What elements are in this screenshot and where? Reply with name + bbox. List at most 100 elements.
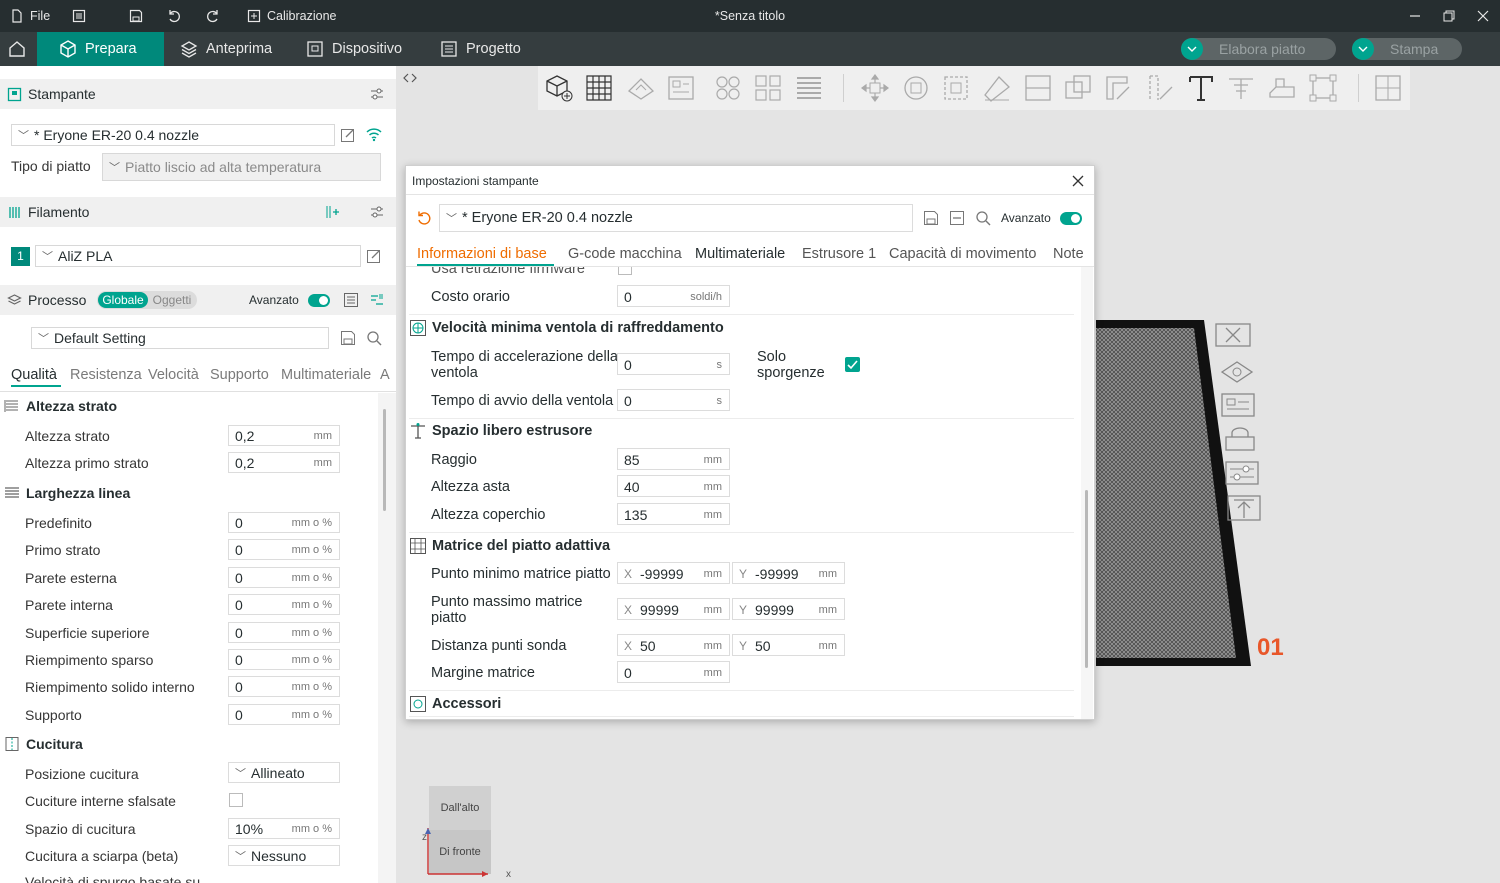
slice-plate-button[interactable]: Elabora piatto [1181,38,1336,60]
line-width-input[interactable]: 0 mm o % [228,594,340,615]
dtab-extruder-1[interactable]: Estrusore 1 [802,246,876,262]
split-parts-button[interactable] [750,71,786,105]
dialog-scrollbar[interactable] [1081,267,1093,719]
dialog-advanced-toggle[interactable] [1060,212,1082,225]
probe-y-input[interactable]: Y 50 mm [732,634,845,656]
restore-button[interactable] [1432,0,1466,32]
first-layer-height-input[interactable]: 0,2 mm [228,452,340,473]
file-menu[interactable]: File [10,0,50,32]
dialog-preset-select[interactable]: ﹀ * Eryone ER-20 0.4 nozzle [439,204,913,232]
process-preset-select[interactable]: ﹀ Default Setting [31,327,329,349]
save-icon[interactable] [923,210,939,226]
settings-sliders-icon[interactable] [369,86,385,102]
mesh-min-y-input[interactable]: Y -99999 mm [732,562,845,584]
mesh-max-y-input[interactable]: Y 99999 mm [732,598,845,620]
variable-layer-tool[interactable] [1370,71,1406,105]
menu-button[interactable] [72,0,86,32]
lock-icon[interactable] [1222,426,1258,452]
settings-sliders-icon[interactable] [369,204,385,220]
redo-button[interactable] [206,0,220,32]
add-object-button[interactable] [541,71,577,105]
line-width-input[interactable]: 0 mm o % [228,649,340,670]
move-tool[interactable] [857,71,893,105]
mesh-min-x-input[interactable]: X -99999 mm [617,562,730,584]
mesh-margin-input[interactable]: 0 mm [617,661,730,683]
dtab-machine-gcode[interactable]: G-code macchina [568,246,682,262]
scarf-seam-select[interactable]: ﹀ Nessuno [228,845,340,866]
reset-icon[interactable] [416,210,432,226]
lay-on-face-tool[interactable] [979,71,1015,105]
compare-icon[interactable] [369,292,385,308]
list-icon[interactable] [343,292,359,308]
global-option[interactable]: Globale [98,292,148,308]
tab-multimaterial[interactable]: Multimateriale [281,367,371,383]
edit-icon[interactable] [340,127,356,143]
auto-orient-button[interactable] [623,71,659,105]
dtab-basic-info[interactable]: Informazioni di base [417,246,547,262]
bed-type-select[interactable]: ﹀ Piatto liscio ad alta temperatura [102,153,381,181]
collapse-sidebar-button[interactable] [396,66,424,90]
edit-icon[interactable] [366,248,382,264]
line-width-input[interactable]: 0 mm o % [228,704,340,725]
tab-preview[interactable]: Anteprima [166,32,286,66]
boolean-tool[interactable] [1060,71,1096,105]
scrollbar-thumb[interactable] [383,409,386,511]
plate-settings-icon[interactable] [1224,460,1260,486]
orient-icon[interactable] [1220,392,1256,418]
line-width-input[interactable]: 0 mm o % [228,567,340,588]
add-plate-button[interactable] [581,71,617,105]
dialog-close-button[interactable] [1068,171,1088,191]
measure-tool[interactable] [1223,71,1259,105]
save-button[interactable] [129,0,143,32]
scrollbar[interactable] [378,393,396,883]
wifi-icon[interactable] [365,126,383,142]
scale-tool[interactable] [938,71,974,105]
split-objects-button[interactable] [710,71,746,105]
line-width-input[interactable]: 0 mm o % [228,539,340,560]
view-top-face[interactable]: Dall'alto [429,786,491,830]
seam-paint-tool[interactable] [1142,71,1178,105]
layers-editing-button[interactable] [791,71,827,105]
printer-select[interactable]: ﹀ * Eryone ER-20 0.4 nozzle [11,124,335,146]
line-width-input[interactable]: 0 mm o % [228,512,340,533]
line-width-input[interactable]: 0 mm o % [228,622,340,643]
radius-input[interactable]: 85 mm [617,448,730,470]
hourly-cost-input[interactable]: 0 soldi/h [617,285,730,307]
calibration-menu[interactable]: Calibrazione [247,0,336,32]
cut-tool[interactable] [1020,71,1056,105]
search-icon[interactable] [366,330,382,346]
support-paint-tool[interactable] [1101,71,1137,105]
print-button[interactable]: Stampa [1352,38,1462,60]
dtab-motion-ability[interactable]: Capacità di movimento [889,246,1037,262]
tab-quality[interactable]: Qualità [11,367,57,383]
advanced-toggle[interactable] [308,294,330,307]
mesh-max-x-input[interactable]: X 99999 mm [617,598,730,620]
dtab-notes[interactable]: Note [1053,246,1084,262]
move-to-top-icon[interactable] [1226,494,1262,522]
save-icon[interactable] [340,330,356,346]
text-tool[interactable] [1183,71,1219,105]
delete-preset-icon[interactable] [949,210,965,226]
tab-more[interactable]: A [380,367,390,383]
undo-button[interactable] [167,0,181,32]
close-window-button[interactable] [1466,0,1500,32]
tab-device[interactable]: Dispositivo [292,32,416,66]
firmware-retraction-checkbox[interactable] [618,267,632,275]
rod-height-input[interactable]: 40 mm [617,475,730,497]
add-filament-icon[interactable] [324,204,340,220]
tab-support[interactable]: Supporto [210,367,269,383]
fan-accel-input[interactable]: 0s [617,353,730,375]
tab-strength[interactable]: Resistenza [70,367,142,383]
seam-position-select[interactable]: ﹀ Allineato [228,762,340,783]
assembly-tool[interactable] [1305,71,1341,105]
lid-height-input[interactable]: 135 mm [617,503,730,525]
search-icon[interactable] [975,210,991,226]
filament-select[interactable]: ﹀ AliZ PLA [35,245,361,267]
view-cube[interactable]: Dall'alto Di fronte z x [422,786,511,883]
line-width-input[interactable]: 0 mm o % [228,676,340,697]
seam-gap-input[interactable]: 10% mm o % [228,818,340,839]
tab-speed[interactable]: Velocità [148,367,199,383]
tab-prepare[interactable]: Prepara [37,32,164,66]
dtab-multimaterial[interactable]: Multimateriale [695,246,785,262]
arrange-icon[interactable] [1218,358,1256,384]
